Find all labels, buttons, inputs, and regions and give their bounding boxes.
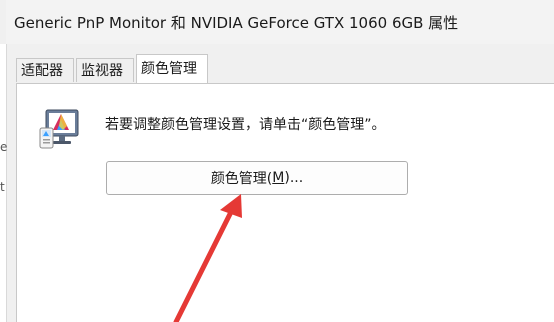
tab-color-management[interactable]: 颜色管理 xyxy=(136,54,208,83)
tab-strip: 适配器 监视器 颜色管理 xyxy=(16,54,554,83)
button-label-post: )... xyxy=(284,170,304,186)
color-management-button[interactable]: 颜色管理(M)... xyxy=(106,161,408,195)
monitor-color-icon xyxy=(39,109,79,149)
background-window-edge: e t xyxy=(0,44,7,322)
button-accesskey: M xyxy=(272,170,285,186)
properties-dialog: e t Generic PnP Monitor 和 NVIDIA GeForce… xyxy=(0,0,554,322)
tab-monitor[interactable]: 监视器 xyxy=(76,58,134,82)
title-bar[interactable]: Generic PnP Monitor 和 NVIDIA GeForce GTX… xyxy=(6,0,554,44)
color-management-panel: 若要调整颜色管理设置，请单击“颜色管理”。 颜色管理(M)... xyxy=(16,83,554,322)
tab-adapter[interactable]: 适配器 xyxy=(16,58,74,82)
description-text: 若要调整颜色管理设置，请单击“颜色管理”。 xyxy=(105,117,386,133)
button-label-pre: 颜色管理( xyxy=(210,171,273,187)
window-title: Generic PnP Monitor 和 NVIDIA GeForce GTX… xyxy=(14,14,459,32)
